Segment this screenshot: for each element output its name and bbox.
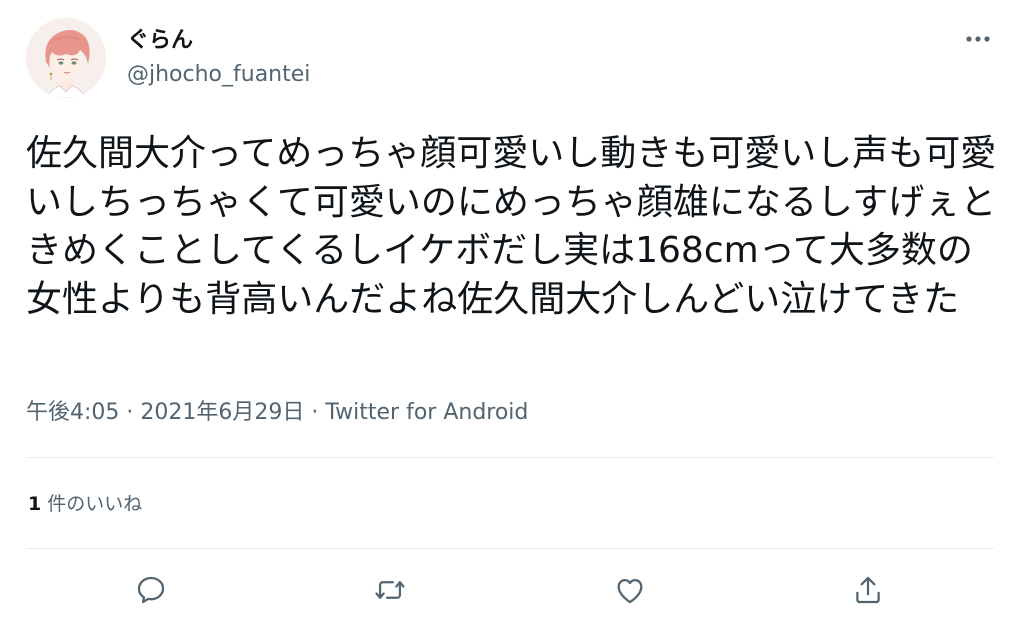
display-name[interactable]: ぐらん — [127, 26, 193, 56]
likes-count: 1 — [28, 493, 42, 515]
reply-button[interactable] — [131, 570, 171, 610]
tweet-date[interactable]: 2021年6月29日 — [140, 400, 304, 425]
tweet-source[interactable]: Twitter for Android — [325, 400, 528, 425]
like-button[interactable] — [610, 570, 650, 610]
more-options-button[interactable] — [956, 24, 1000, 54]
reply-icon — [137, 576, 165, 604]
avatar-illustration — [26, 18, 106, 98]
avatar[interactable] — [26, 18, 106, 98]
meta-separator: · — [304, 400, 326, 425]
retweet-button[interactable] — [370, 570, 410, 610]
share-icon — [856, 576, 880, 604]
more-horizontal-icon — [966, 36, 990, 42]
tweet-text: 佐久間大介ってめっちゃ顔可愛いし動きも可愛いし声も可愛いしちっちゃくて可愛いのに… — [26, 133, 997, 320]
divider — [26, 457, 994, 458]
meta-separator: · — [119, 400, 141, 425]
tweet-time[interactable]: 午後4:05 — [26, 400, 119, 425]
share-button[interactable] — [848, 570, 888, 610]
likes-label: 件のいいね — [47, 493, 143, 515]
tweet-meta: 午後4:05 · 2021年6月29日 · Twitter for Androi… — [26, 398, 528, 428]
likes-stat[interactable]: 1 件のいいね — [28, 490, 142, 518]
user-handle[interactable]: @jhocho_fuantei — [127, 60, 310, 90]
divider — [26, 548, 994, 549]
heart-icon — [617, 578, 643, 604]
retweet-icon — [375, 581, 405, 599]
